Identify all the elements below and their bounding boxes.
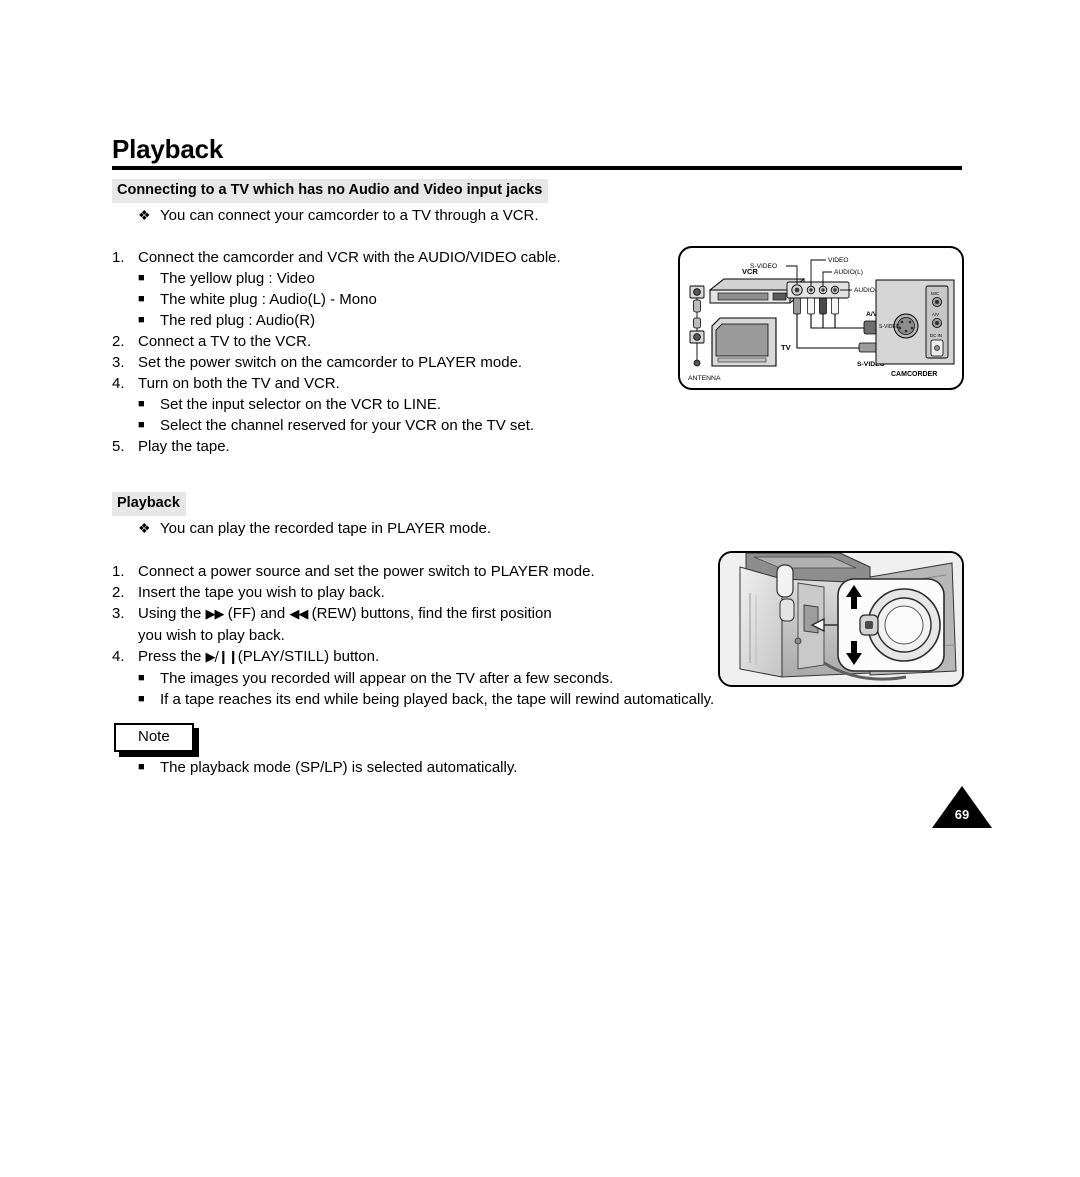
page-title: Playback xyxy=(112,134,224,164)
rewind-icon: ◀◀ xyxy=(289,607,308,622)
diagram-label-camcorder: CAMCORDER xyxy=(891,371,937,378)
bullet-text: Set the input selector on the VCR to LIN… xyxy=(160,396,441,413)
numbered-step: 2. Insert the tape you wish to play back. xyxy=(112,582,714,603)
square-bullet-icon: ■ xyxy=(138,293,145,305)
step4-text-part1: Press the xyxy=(138,648,206,665)
step-number: 2. xyxy=(112,333,125,350)
diagram-label-jack-av: A/V xyxy=(932,312,939,317)
square-bullet-item: ■ The white plug : Audio(L) - Mono xyxy=(138,289,561,310)
section-heading-playback: Playback xyxy=(112,492,186,516)
numbered-step: 4. Press the ▶/❙❙(PLAY/STILL) button. xyxy=(112,646,714,668)
page-number-badge: 69 xyxy=(932,786,992,828)
step-number: 2. xyxy=(112,584,125,601)
square-bullet-icon: ■ xyxy=(138,398,145,410)
page-number-text: 69 xyxy=(954,807,970,822)
bullet-text: Select the channel reserved for your VCR… xyxy=(160,417,535,434)
step-text: Set the power switch on the camcorder to… xyxy=(138,354,523,371)
step-number: 1. xyxy=(112,249,125,266)
clover-bullet-icon: ❖ xyxy=(138,207,151,223)
numbered-step: 1. Connect the camcorder and VCR with the… xyxy=(112,247,561,268)
numbered-step: 3. Using the ▶▶ (FF) and ◀◀ (REW) buttons… xyxy=(112,603,714,625)
square-bullet-item: ■ The red plug : Audio(R) xyxy=(138,310,561,331)
section-one-intro: ❖ You can connect your camcorder to a TV … xyxy=(138,205,539,226)
section-heading-connecting: Connecting to a TV which has no Audio an… xyxy=(112,179,549,203)
title-divider xyxy=(112,166,962,170)
square-bullet-icon: ■ xyxy=(138,419,145,431)
play-still-icon: ▶/❙❙ xyxy=(205,650,239,665)
step-text: Press the ▶/❙❙(PLAY/STILL) button. xyxy=(138,646,379,668)
numbered-step: 1. Connect a power source and set the pow… xyxy=(112,561,714,582)
bullet-text: The images you recorded will appear on t… xyxy=(160,670,614,687)
note-items: ■ The playback mode (SP/LP) is selected a… xyxy=(112,757,517,778)
step-text: Connect the camcorder and VCR with the A… xyxy=(138,249,561,266)
square-bullet-icon: ■ xyxy=(138,761,145,773)
bullet-text: The playback mode (SP/LP) is selected au… xyxy=(160,759,518,776)
step3-text-part2: (FF) and xyxy=(223,605,290,622)
connection-diagram-figure: VCR TV ANTENNA S-VIDEO VIDEO AUDIO(L) AU… xyxy=(678,246,964,390)
section-two-intro: ❖ You can play the recorded tape in PLAYE… xyxy=(138,518,491,539)
step-text: Insert the tape you wish to play back. xyxy=(138,584,385,601)
step-text: you wish to play back. xyxy=(138,627,285,644)
square-bullet-item: ■ The images you recorded will appear on … xyxy=(138,668,714,689)
square-bullet-icon: ■ xyxy=(138,272,145,284)
square-bullet-icon: ■ xyxy=(138,672,145,684)
step-text: Using the ▶▶ (FF) and ◀◀ (REW) buttons, … xyxy=(138,603,552,625)
numbered-step: 3. Set the power switch on the camcorder … xyxy=(112,352,561,373)
camcorder-photo-figure xyxy=(718,551,964,687)
step-number: 4. xyxy=(112,375,125,392)
diagram-label-antenna: ANTENNA xyxy=(688,375,721,382)
section-two-steps: 1. Connect a power source and set the pow… xyxy=(112,561,714,710)
diagram-label-jack-mic: MIC xyxy=(931,291,939,296)
section-two-intro-text: You can play the recorded tape in PLAYER… xyxy=(160,520,492,537)
step-number: 4. xyxy=(112,648,125,665)
manual-page: Playback Connecting to a TV which has no… xyxy=(0,0,1080,1177)
section-one-steps: 1. Connect the camcorder and VCR with the… xyxy=(112,247,561,457)
step-text: Turn on both the TV and VCR. xyxy=(138,375,340,392)
square-bullet-item: ■ Set the input selector on the VCR to LI… xyxy=(138,394,561,415)
step-number: 5. xyxy=(112,438,125,455)
bullet-text: If a tape reaches its end while being pl… xyxy=(160,691,715,708)
bullet-text: The white plug : Audio(L) - Mono xyxy=(160,291,377,308)
diagram-label-video: VIDEO xyxy=(828,257,849,264)
diagram-label-audio-l: AUDIO(L) xyxy=(834,269,863,276)
square-bullet-item: ■ The yellow plug : Video xyxy=(138,268,561,289)
step-text: Connect a TV to the VCR. xyxy=(138,333,312,350)
step-number: 1. xyxy=(112,563,125,580)
step-text: Connect a power source and set the power… xyxy=(138,563,595,580)
square-bullet-item: ■ If a tape reaches its end while being p… xyxy=(138,689,714,710)
step-number: 3. xyxy=(112,605,125,622)
step-text: Play the tape. xyxy=(138,438,230,455)
note-label: Note xyxy=(114,723,194,752)
square-bullet-item: ■ The playback mode (SP/LP) is selected a… xyxy=(138,757,517,778)
diagram-label-jack-dc-in: DC IN xyxy=(930,333,942,338)
bullet-text: The red plug : Audio(R) xyxy=(160,312,316,329)
step3-text-part1: Using the xyxy=(138,605,206,622)
fast-forward-icon: ▶▶ xyxy=(205,607,225,622)
step3-text-part3: (REW) buttons, find the first position xyxy=(307,605,552,622)
numbered-step: 5. Play the tape. xyxy=(112,436,561,457)
diagram-label-tv: TV xyxy=(781,343,791,352)
square-bullet-item: ■ Select the channel reserved for your VC… xyxy=(138,415,561,436)
diagram-label-jack-s-video: S-VIDEO xyxy=(879,324,900,330)
square-bullet-icon: ■ xyxy=(138,693,145,705)
step-number: 3. xyxy=(112,354,125,371)
numbered-step-continuation: you wish to play back. xyxy=(112,625,714,646)
numbered-step: 4. Turn on both the TV and VCR. xyxy=(112,373,561,394)
note-callout: Note xyxy=(114,723,199,757)
section-one-intro-text: You can connect your camcorder to a TV t… xyxy=(160,207,539,224)
bullet-text: The yellow plug : Video xyxy=(160,270,315,287)
clover-bullet-icon: ❖ xyxy=(138,520,151,536)
numbered-step: 2. Connect a TV to the VCR. xyxy=(112,331,561,352)
square-bullet-icon: ■ xyxy=(138,314,145,326)
step4-text-part2: (PLAY/STILL) button. xyxy=(237,648,380,665)
diagram-label-s-video-top: S-VIDEO xyxy=(750,263,777,270)
